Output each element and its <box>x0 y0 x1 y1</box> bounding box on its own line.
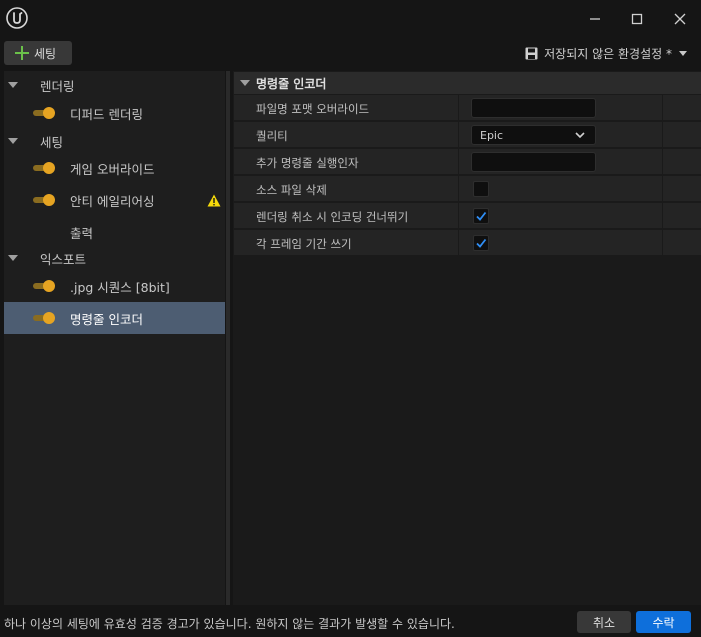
property-label: 렌더링 취소 시 인코딩 건너뛰기 <box>256 210 409 224</box>
group-label: 익스포트 <box>40 251 87 267</box>
close-icon[interactable] <box>670 9 690 29</box>
list-item-command-line-encoder[interactable]: 명령줄 인코더 <box>4 302 225 334</box>
unreal-logo-icon <box>6 7 28 29</box>
splitter[interactable] <box>226 71 230 605</box>
quality-dropdown[interactable]: Epic <box>471 125 596 145</box>
property-row-write-frame-duration: 각 프레임 기간 쓰기 <box>234 230 701 256</box>
skip-encode-checkbox[interactable] <box>473 208 489 224</box>
expand-arrow-icon[interactable] <box>8 255 18 261</box>
cancel-button[interactable]: 취소 <box>577 611 631 633</box>
item-label: 게임 오버라이드 <box>70 161 155 177</box>
expand-arrow-icon[interactable] <box>8 82 18 88</box>
list-item-anti-aliasing[interactable]: 안티 에일리어싱 <box>4 184 225 216</box>
section-title: 명령줄 인코더 <box>256 76 327 91</box>
property-row-filename-override: 파일명 포맷 오버라이드 <box>234 95 701 121</box>
list-item-output[interactable]: 출력 <box>4 216 225 248</box>
property-label: 각 프레임 기간 쓰기 <box>256 237 352 251</box>
expand-arrow-icon[interactable] <box>8 138 18 144</box>
checkmark-icon <box>476 238 487 248</box>
property-label: 퀄리티 <box>256 129 288 143</box>
plus-icon <box>15 46 29 60</box>
enable-toggle[interactable] <box>33 280 55 292</box>
footer-bar: 하나 이상의 세팅에 유효성 검증 경고가 있습니다. 원하지 않는 결과가 발… <box>0 608 701 637</box>
title-bar <box>0 0 701 38</box>
list-item-game-override[interactable]: 게임 오버라이드 <box>4 152 225 184</box>
preset-menu-button[interactable]: 저장되지 않은 환경설정 * <box>525 43 687 63</box>
group-settings[interactable]: 세팅 <box>4 129 225 153</box>
add-setting-label: 세팅 <box>34 46 57 61</box>
section-header[interactable]: 명령줄 인코더 <box>234 72 701 94</box>
enable-toggle[interactable] <box>33 107 55 119</box>
save-icon <box>525 47 538 59</box>
property-row-quality: 퀄리티 Epic <box>234 122 701 148</box>
quality-value: Epic <box>480 128 504 142</box>
group-label: 세팅 <box>40 134 64 150</box>
property-label: 소스 파일 삭제 <box>256 183 327 197</box>
preset-label: 저장되지 않은 환경설정 * <box>544 46 672 61</box>
settings-list-panel: 렌더링 디퍼드 렌더링 세팅 게임 오버라이드 안티 에일리어싱 출력 익스포트… <box>4 71 225 605</box>
toolbar: 세팅 저장되지 않은 환경설정 * <box>0 38 701 68</box>
property-label: 파일명 포맷 오버라이드 <box>256 102 370 116</box>
enable-toggle[interactable] <box>33 194 55 206</box>
extra-args-input[interactable] <box>471 152 596 172</box>
checkmark-icon <box>476 211 487 221</box>
details-panel: 명령줄 인코더 파일명 포맷 오버라이드 퀄리티 Epic 추가 명령줄 실행인… <box>233 71 701 605</box>
item-label: 출력 <box>70 225 94 241</box>
item-label: 안티 에일리어싱 <box>70 193 155 209</box>
filename-override-input[interactable] <box>471 98 596 118</box>
item-label: .jpg 시퀀스 [8bit] <box>70 279 170 295</box>
item-label: 명령줄 인코더 <box>70 311 143 327</box>
enable-toggle[interactable] <box>33 312 55 324</box>
add-setting-button[interactable]: 세팅 <box>4 41 72 65</box>
chevron-down-icon <box>575 132 585 139</box>
write-frame-duration-checkbox[interactable] <box>473 235 489 251</box>
minimize-icon[interactable] <box>585 9 605 29</box>
validation-warning-message: 하나 이상의 세팅에 유효성 검증 경고가 있습니다. 원하지 않는 결과가 발… <box>4 617 455 631</box>
group-label: 렌더링 <box>40 78 75 94</box>
maximize-icon[interactable] <box>627 9 647 29</box>
property-row-extra-args: 추가 명령줄 실행인자 <box>234 149 701 175</box>
item-label: 디퍼드 렌더링 <box>70 106 143 122</box>
enable-toggle[interactable] <box>33 162 55 174</box>
property-row-delete-source: 소스 파일 삭제 <box>234 176 701 202</box>
delete-source-checkbox[interactable] <box>473 181 489 197</box>
accept-button[interactable]: 수락 <box>636 611 691 633</box>
warning-icon <box>207 194 221 206</box>
property-label: 추가 명령줄 실행인자 <box>256 156 359 170</box>
chevron-down-icon <box>679 50 687 56</box>
group-export[interactable]: 익스포트 <box>4 246 225 270</box>
property-row-skip-encode-on-cancel: 렌더링 취소 시 인코딩 건너뛰기 <box>234 203 701 229</box>
list-item-jpg-sequence[interactable]: .jpg 시퀀스 [8bit] <box>4 270 225 302</box>
collapse-arrow-icon[interactable] <box>240 80 250 86</box>
list-item-deferred-rendering[interactable]: 디퍼드 렌더링 <box>4 97 225 129</box>
group-rendering[interactable]: 렌더링 <box>4 73 225 97</box>
